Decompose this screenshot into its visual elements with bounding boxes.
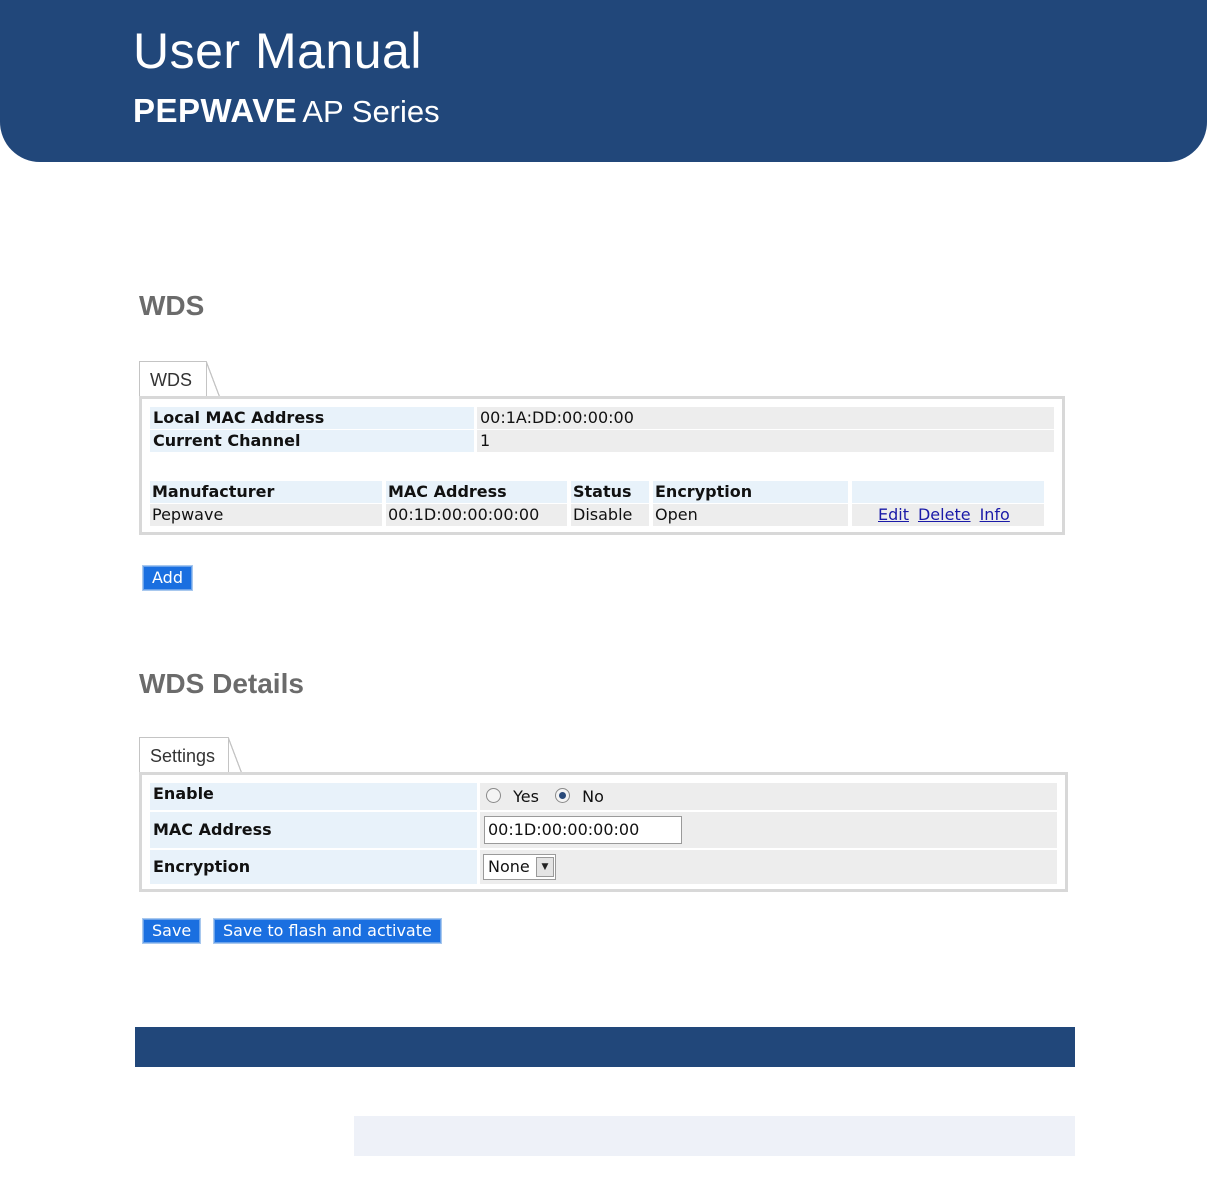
- cell-status: Disable: [571, 504, 649, 526]
- mac-address-label: MAC Address: [150, 812, 477, 848]
- encryption-label: Encryption: [150, 850, 477, 884]
- encryption-row: Encryption None ▼: [150, 850, 1057, 884]
- encryption-selected-value: None: [488, 857, 530, 876]
- header-mac-address: MAC Address: [386, 481, 567, 503]
- wds-panel: Local MAC Address 00:1A:DD:00:00:00 Curr…: [139, 396, 1065, 535]
- current-channel-label: Current Channel: [150, 430, 474, 452]
- wds-table-header: Manufacturer MAC Address Status Encrypti…: [150, 481, 1044, 503]
- header-status: Status: [571, 481, 649, 503]
- product-subtitle: PEPWAVE AP Series: [133, 92, 440, 130]
- footer-bar: [135, 1027, 1075, 1067]
- wds-section-title: WDS: [139, 290, 205, 321]
- mac-address-input[interactable]: 00:1D:00:00:00:00: [484, 816, 682, 844]
- delete-link[interactable]: Delete: [918, 505, 971, 524]
- edit-link[interactable]: Edit: [878, 505, 909, 524]
- header-actions: [852, 481, 1044, 503]
- cell-encryption: Open: [653, 504, 848, 526]
- local-mac-value: 00:1A:DD:00:00:00: [477, 407, 1054, 429]
- settings-panel: Enable Yes No MAC Address 00:1D:00:00:00…: [139, 772, 1068, 892]
- local-mac-row: Local MAC Address 00:1A:DD:00:00:00: [150, 407, 1054, 429]
- tab-wds[interactable]: WDS: [139, 361, 220, 398]
- cell-manufacturer: Pepwave: [150, 504, 382, 526]
- channel-row: Current Channel 1: [150, 430, 1054, 452]
- enable-yes-radio[interactable]: [486, 788, 501, 803]
- cell-actions: Edit Delete Info: [852, 504, 1044, 526]
- enable-label: Enable: [150, 783, 477, 810]
- encryption-select[interactable]: None ▼: [483, 854, 556, 880]
- mac-address-cell: 00:1D:00:00:00:00: [480, 812, 1057, 848]
- current-channel-value: 1: [477, 430, 1054, 452]
- enable-yes-label: Yes: [513, 787, 539, 806]
- info-link[interactable]: Info: [980, 505, 1010, 524]
- enable-row: Enable Yes No: [150, 783, 1057, 810]
- save-button[interactable]: Save: [143, 919, 201, 943]
- enable-no-label: No: [582, 787, 604, 806]
- header-encryption: Encryption: [653, 481, 848, 503]
- chevron-down-icon[interactable]: ▼: [536, 857, 554, 877]
- table-row: Pepwave 00:1D:00:00:00:00 Disable Open E…: [150, 504, 1044, 526]
- enable-options: Yes No: [480, 783, 1057, 810]
- local-mac-label: Local MAC Address: [150, 407, 474, 429]
- series-name: AP Series: [302, 94, 440, 129]
- brand-name: PEPWAVE: [133, 92, 298, 129]
- footer-strip: [354, 1116, 1075, 1156]
- header-banner: User Manual PEPWAVE AP Series: [0, 0, 1207, 162]
- wds-details-section-title: WDS Details: [139, 668, 304, 699]
- header-manufacturer: Manufacturer: [150, 481, 382, 503]
- save-activate-button[interactable]: Save to flash and activate: [214, 919, 441, 943]
- mac-address-row: MAC Address 00:1D:00:00:00:00: [150, 812, 1057, 848]
- document-title: User Manual: [133, 23, 422, 79]
- enable-no-radio[interactable]: [555, 788, 571, 803]
- encryption-cell: None ▼: [480, 850, 1057, 884]
- add-button[interactable]: Add: [143, 566, 192, 590]
- tab-settings[interactable]: Settings: [139, 737, 242, 774]
- cell-mac-address: 00:1D:00:00:00:00: [386, 504, 567, 526]
